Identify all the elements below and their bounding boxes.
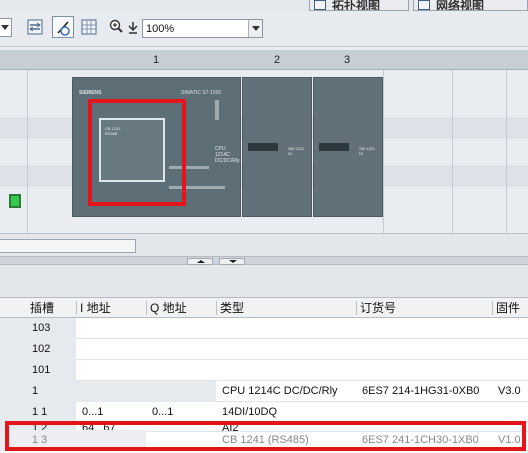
- cpu-model-label: CPU 1214C DC/DC/Rly: [215, 146, 240, 164]
- slot-number-3: 3: [344, 54, 351, 66]
- chevron-down-icon[interactable]: [248, 20, 262, 37]
- table-row[interactable]: 1 CPU 1214C DC/DC/Rly 6ES7 214-1HG31-0XB…: [0, 381, 528, 402]
- slot-number-2: 2: [274, 54, 281, 66]
- toolbar: 100%: [0, 11, 528, 47]
- table-header: 插槽 I 地址 Q 地址 类型 订货号 固件: [0, 297, 528, 318]
- firmware-cell: V3.0: [498, 385, 521, 397]
- tab-network-label: 网络视图: [436, 0, 485, 11]
- rack-divider: [383, 70, 384, 233]
- rack-view: 1 2 3 SIEMENS SIMATIC S7-1200 CB 1241 RS…: [0, 47, 528, 233]
- collapse-up-button[interactable]: [187, 258, 213, 265]
- device-view: 拓扑视图 网络视图 100% 1 2 3 SIEMENS SIMATIC S7-…: [0, 0, 528, 453]
- table-row[interactable]: 102: [0, 339, 528, 360]
- download-icon: [128, 22, 138, 34]
- zoom-value: 100%: [146, 22, 175, 35]
- status-bar: [215, 100, 219, 120]
- slot-cell: 102: [32, 343, 51, 355]
- type-cell: CPU 1214C DC/DC/Rly: [222, 385, 338, 397]
- slot-cell: 1 1: [32, 406, 48, 418]
- rack-divider: [27, 70, 28, 233]
- rack-divider: [506, 70, 507, 233]
- table-row[interactable]: 101: [0, 360, 528, 381]
- signal-module-label: SM 1221 DI: [359, 146, 375, 156]
- col-slot-header[interactable]: 插槽: [26, 298, 74, 318]
- module-port: [248, 143, 278, 151]
- slot-cell: 101: [32, 364, 51, 376]
- module-port: [319, 143, 349, 151]
- zoom-in-button[interactable]: [105, 16, 123, 38]
- col-i-address-header[interactable]: I 地址: [76, 298, 144, 318]
- zoom-select[interactable]: 100%: [142, 19, 263, 38]
- table-row[interactable]: 103: [0, 318, 528, 339]
- slot-number-1: 1: [153, 54, 160, 66]
- signal-module[interactable]: SM 1221 DI: [313, 77, 383, 217]
- slot-cell: 1: [32, 385, 39, 397]
- device-overview-toolbar: [0, 265, 528, 297]
- i-address-cell: 0...1: [82, 406, 104, 418]
- cpu-series-label: SIMATIC S7-1200: [181, 90, 222, 96]
- grid-button[interactable]: [78, 16, 100, 38]
- highlight-box: [5, 421, 526, 451]
- col-q-address-header[interactable]: Q 地址: [146, 298, 214, 318]
- device-swap-button[interactable]: [24, 16, 46, 38]
- pane-splitter[interactable]: [0, 256, 528, 265]
- col-type-header[interactable]: 类型: [216, 298, 354, 318]
- tab-topology-view[interactable]: 拓扑视图: [309, 0, 409, 11]
- rack-divider: [452, 70, 453, 233]
- module-label-line: DI: [359, 151, 363, 156]
- scrollbar-thumb[interactable]: [0, 239, 136, 253]
- tab-network-view[interactable]: 网络视图: [413, 0, 528, 11]
- horizontal-scrollbar[interactable]: [0, 233, 528, 256]
- rack-slot-header: 1 2 3: [0, 50, 528, 70]
- tab-topology-label: 拓扑视图: [332, 0, 381, 11]
- collapse-down-button[interactable]: [219, 258, 245, 265]
- topology-icon: [314, 0, 326, 10]
- grid-icon: [81, 19, 97, 35]
- table-row[interactable]: 1 1 0...1 0...1 14DI/10DQ: [0, 402, 528, 423]
- module-label-line: DI: [288, 151, 292, 156]
- cpu-model-line: DC/DC/Rly: [215, 158, 240, 164]
- cpu-model-line: CPU 1214C: [215, 146, 230, 158]
- col-firmware-header[interactable]: 固件: [492, 298, 528, 318]
- signal-module[interactable]: SM 1221 DI: [242, 77, 312, 217]
- signal-module-label: SM 1221 DI: [288, 146, 304, 156]
- q-address-cell: 0...1: [152, 406, 174, 418]
- order-no-cell: 6ES7 214-1HG31-0XB0: [362, 385, 480, 397]
- pointer-tool-button[interactable]: [52, 16, 74, 38]
- zoom-menu-button[interactable]: [122, 16, 138, 38]
- siemens-logo: SIEMENS: [79, 90, 102, 96]
- slot-cell: 103: [32, 322, 51, 334]
- col-order-no-header[interactable]: 订货号: [356, 298, 490, 318]
- highlight-box: [88, 99, 186, 206]
- type-cell: 14DI/10DQ: [222, 406, 278, 418]
- device-swap-icon: [27, 19, 43, 35]
- pointer-icon: [57, 21, 70, 36]
- device-dropdown[interactable]: [0, 18, 12, 37]
- network-icon: [418, 0, 430, 10]
- status-led: [9, 194, 21, 208]
